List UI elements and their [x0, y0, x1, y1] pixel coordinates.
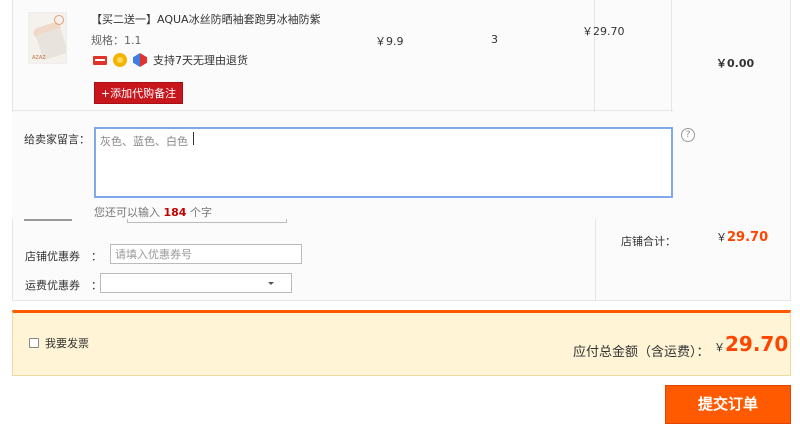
- add-note-button[interactable]: +添加代购备注: [94, 82, 183, 104]
- column-divider: [671, 0, 672, 118]
- seller-message-input[interactable]: 灰色、蓝色、白色: [94, 127, 673, 198]
- seven-day-return-icon[interactable]: [133, 53, 147, 67]
- unit-price: ￥9.9: [375, 35, 404, 48]
- product-title-link[interactable]: 【买二送一】AQUA冰丝防晒袖套跑男冰袖防紫: [91, 11, 321, 27]
- service-badges: 支持7天无理由退货: [93, 52, 248, 68]
- store-total: ￥29.70: [716, 229, 768, 245]
- row-divider: [13, 110, 673, 111]
- invoice-checkbox[interactable]: 我要发票: [29, 335, 89, 351]
- clipped-row-fragment: [12, 219, 302, 226]
- text-cursor: [193, 132, 194, 145]
- coin-icon[interactable]: [113, 53, 127, 67]
- hint-prefix: 您还可以输入: [94, 206, 160, 219]
- checkbox-icon[interactable]: [29, 338, 39, 348]
- remaining-char-count: 184: [163, 206, 187, 219]
- total-payable: ￥29.70: [714, 332, 788, 356]
- currency-symbol: ￥: [716, 231, 727, 244]
- product-thumbnail[interactable]: AZAZ: [28, 12, 67, 64]
- shipping-coupon-label: 运费优惠券 ：: [25, 279, 102, 292]
- thumbnail-tag: AZAZ: [32, 55, 46, 61]
- message-char-hint: 您还可以输入 184 个字: [94, 204, 212, 220]
- submit-order-button[interactable]: 提交订单: [665, 385, 791, 424]
- item-subtotal: ￥29.70: [582, 25, 625, 38]
- order-summary-bar: 我要发票 应付总金额（含运费）： ￥29.70: [12, 310, 791, 376]
- shipping-coupon-select[interactable]: [100, 273, 292, 293]
- store-total-amount: 29.70: [727, 230, 769, 245]
- column-divider: [595, 219, 596, 301]
- total-payable-label: 应付总金额（含运费）：: [573, 345, 710, 360]
- return-policy-text: 支持7天无理由退货: [153, 54, 248, 67]
- chevron-down-icon: [268, 282, 274, 285]
- store-coupon-label: 店铺优惠券 ：: [25, 250, 102, 263]
- seller-message-panel: 给卖家留言： 灰色、蓝色、白色 您还可以输入 184 个字: [12, 112, 679, 219]
- currency-symbol: ￥: [714, 341, 725, 354]
- total-payable-amount: 29.70: [725, 332, 789, 356]
- store-coupon-input[interactable]: [110, 244, 302, 264]
- shipping-fee: ￥0.00: [716, 57, 755, 70]
- invoice-label: 我要发票: [45, 337, 89, 350]
- quantity: 3: [491, 33, 498, 46]
- brand-logo-icon: [54, 15, 64, 25]
- hint-suffix: 个字: [189, 206, 212, 219]
- store-total-label: 店铺合计：: [621, 235, 676, 248]
- product-sku: 规格：1.1: [91, 34, 142, 47]
- credit-card-icon[interactable]: [93, 55, 107, 65]
- seller-message-label: 给卖家留言：: [24, 133, 90, 146]
- help-icon[interactable]: ?: [681, 128, 695, 142]
